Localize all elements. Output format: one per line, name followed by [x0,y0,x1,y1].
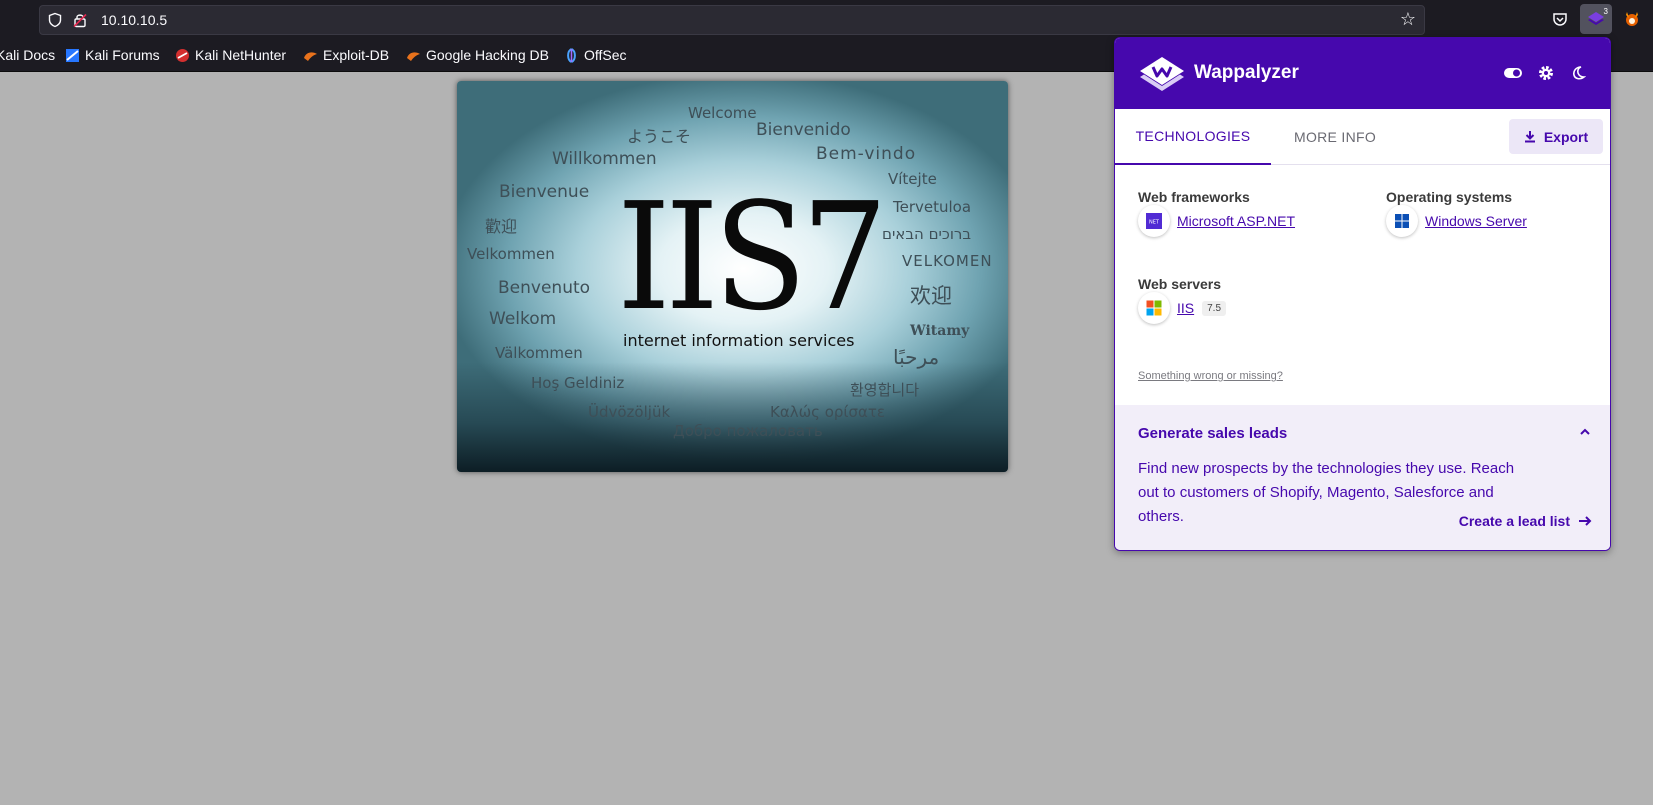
url-text[interactable]: 10.10.10.5 [101,12,167,28]
offsec-icon [567,47,576,63]
exploit-db-icon [304,51,317,61]
bookmark-label: Exploit-DB [323,47,390,63]
bookmark-label: Kali Docs [0,47,56,63]
tech-aspnet[interactable]: NET Microsoft ASP.NET [1138,205,1295,237]
fox-icon [1626,12,1638,26]
wappalyzer-extension-button[interactable]: 3 [1580,4,1612,34]
welcome-word: 환영합니다 [850,381,920,399]
aspnet-icon: NET [1138,205,1170,237]
arrow-right-icon [1579,516,1592,526]
gear-icon [1539,66,1553,80]
welcome-word: 欢迎 [910,284,952,308]
bookmark-star-icon[interactable]: ☆ [1400,10,1416,30]
welcome-word: Witamy [910,323,970,339]
browser-toolbar: 10.10.10.5 ☆ 3 [0,0,1653,39]
leads-title[interactable]: Generate sales leads [1138,425,1287,442]
welcome-word: Welcome [688,104,757,122]
iis7-title: IIS7 [617,171,888,343]
bookmark-label: OffSec [584,47,627,63]
bookmark-google-hacking-db[interactable]: Google Hacking DB [406,47,549,63]
wappalyzer-title: Wappalyzer [1194,62,1299,83]
welcome-word: Καλώς ορίσατε [770,403,886,421]
welcome-word: VELKOMEN [902,252,993,270]
chevron-up-icon[interactable] [1578,425,1592,439]
welcome-word: Willkommen [552,149,657,169]
bookmark-kali-forums[interactable]: Kali Forums [65,47,160,63]
feedback-link[interactable]: Something wrong or missing? [1138,370,1283,382]
bookmark-kali-nethunter[interactable]: Kali NetHunter [175,47,286,63]
moon-icon [1573,66,1586,80]
extension-badge: 3 [1603,7,1608,16]
iis7-welcome-image[interactable]: Welcome ようこそ Bienvenido Willkommen Bem-v… [457,81,1008,472]
download-icon [1524,131,1535,143]
address-bar[interactable]: 10.10.10.5 ☆ [39,5,1425,35]
version-badge: 7.5 [1202,300,1227,316]
toggle-button[interactable] [1502,62,1524,84]
kali-forums-icon [66,48,79,62]
wappalyzer-tabs: TECHNOLOGIES MORE INFO Export [1115,109,1610,165]
wappalyzer-header: Wappalyzer [1115,38,1610,109]
welcome-word: ようこそ [627,127,692,146]
welcome-word: Tervetuloa [893,198,972,216]
toggle-icon [1504,68,1522,78]
tab-more-info[interactable]: MORE INFO [1294,109,1376,165]
category-web-frameworks: Web frameworks [1138,189,1250,205]
welcome-word: Hoş Geldiniz [531,374,625,392]
insecure-lock-icon[interactable] [72,12,88,28]
export-label: Export [1543,128,1589,145]
tech-name[interactable]: Windows Server [1425,213,1527,229]
tech-windows-server[interactable]: Windows Server [1386,205,1527,237]
welcome-word: Vítejte [888,170,937,188]
category-web-servers: Web servers [1138,276,1222,292]
create-lead-list-link[interactable]: Create a lead list [1459,513,1592,529]
tech-name[interactable]: IIS [1177,300,1194,316]
svg-text:NET: NET [1149,220,1160,226]
wappalyzer-popup: Wappalyzer TECHNOLOGIES MORE INFO Export [1114,37,1611,551]
welcome-word: مرحبًا [893,345,940,369]
bookmark-kali-docs[interactable]: Kali Docs [0,47,55,63]
tech-name[interactable]: Microsoft ASP.NET [1177,213,1295,229]
pocket-button[interactable] [1544,4,1576,34]
welcome-word: Välkommen [495,344,583,362]
bookmark-exploit-db[interactable]: Exploit-DB [303,47,389,63]
bookmark-offsec[interactable]: OffSec [564,47,627,63]
tech-iis[interactable]: IIS 7.5 [1138,292,1227,324]
welcome-word: Benvenuto [498,278,591,298]
welcome-word: ברוכים הבאים [882,225,972,243]
wappalyzer-logo-icon [1588,12,1604,25]
microsoft-icon [1138,292,1170,324]
iis-subtitle: internet information services [623,331,855,350]
welcome-word: Bienvenido [756,120,851,140]
welcome-word: Üdvözöljük [588,403,671,421]
bookmark-label: Kali NetHunter [195,47,287,63]
nethunter-icon [176,48,189,62]
welcome-word: Velkommen [467,245,555,263]
wappalyzer-logo-icon [1140,57,1184,91]
welcome-word: Welkom [489,309,557,329]
bookmark-label: Kali Forums [85,47,160,63]
welcome-word: Bem-vindo [816,144,917,164]
shield-icon[interactable] [47,12,63,28]
firefox-account-button[interactable] [1616,4,1648,34]
welcome-word: Добро пожаловать [673,422,823,440]
settings-button[interactable] [1535,62,1557,84]
welcome-word: 歡迎 [485,217,518,236]
category-operating-systems: Operating systems [1386,189,1513,205]
bookmark-label: Google Hacking DB [426,47,549,63]
welcome-word: Bienvenue [499,182,590,202]
sales-leads-panel: Generate sales leads Find new prospects … [1115,405,1610,550]
tab-technologies[interactable]: TECHNOLOGIES [1115,109,1271,165]
export-button[interactable]: Export [1509,119,1603,154]
ghdb-icon [407,51,420,61]
lead-link-label: Create a lead list [1458,513,1570,529]
windows-icon [1386,205,1418,237]
dark-mode-button[interactable] [1567,62,1589,84]
pocket-icon [1553,13,1567,26]
